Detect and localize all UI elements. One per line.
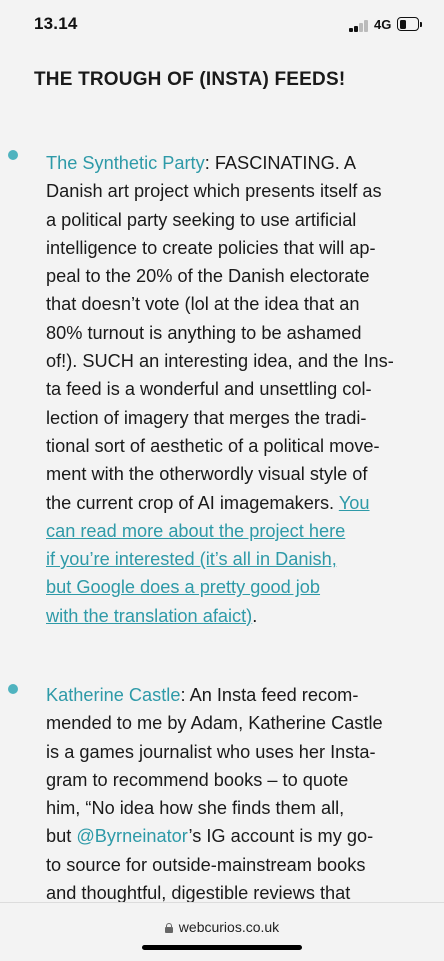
bullet-icon [8, 150, 18, 160]
entry-title-link[interactable]: Katherine Castle [46, 685, 180, 705]
section-heading: THE TROUGH OF (INSTA) FEEDS! [34, 69, 346, 90]
home-indicator[interactable] [142, 945, 302, 950]
list-item: Katherine Castle: An Insta feed recom-me… [46, 685, 383, 904]
cellular-signal-icon [349, 19, 371, 32]
bullet-icon [8, 684, 18, 694]
list-item: The Synthetic Party: FASCINATING. A Danis… [46, 153, 394, 626]
network-type: 4G [374, 17, 392, 32]
lock-icon [164, 923, 173, 933]
status-bar: 13.14 4G [0, 0, 444, 52]
url-display[interactable]: webcurios.co.uk [0, 919, 444, 935]
status-time: 13.14 [34, 14, 78, 33]
entry-title-link[interactable]: The Synthetic Party [46, 153, 205, 173]
url-text: webcurios.co.uk [178, 919, 280, 935]
instagram-handle-link[interactable]: @Byrneinator [76, 826, 188, 846]
browser-address-bar[interactable]: webcurios.co.uk [0, 902, 444, 961]
battery-icon [397, 17, 422, 31]
